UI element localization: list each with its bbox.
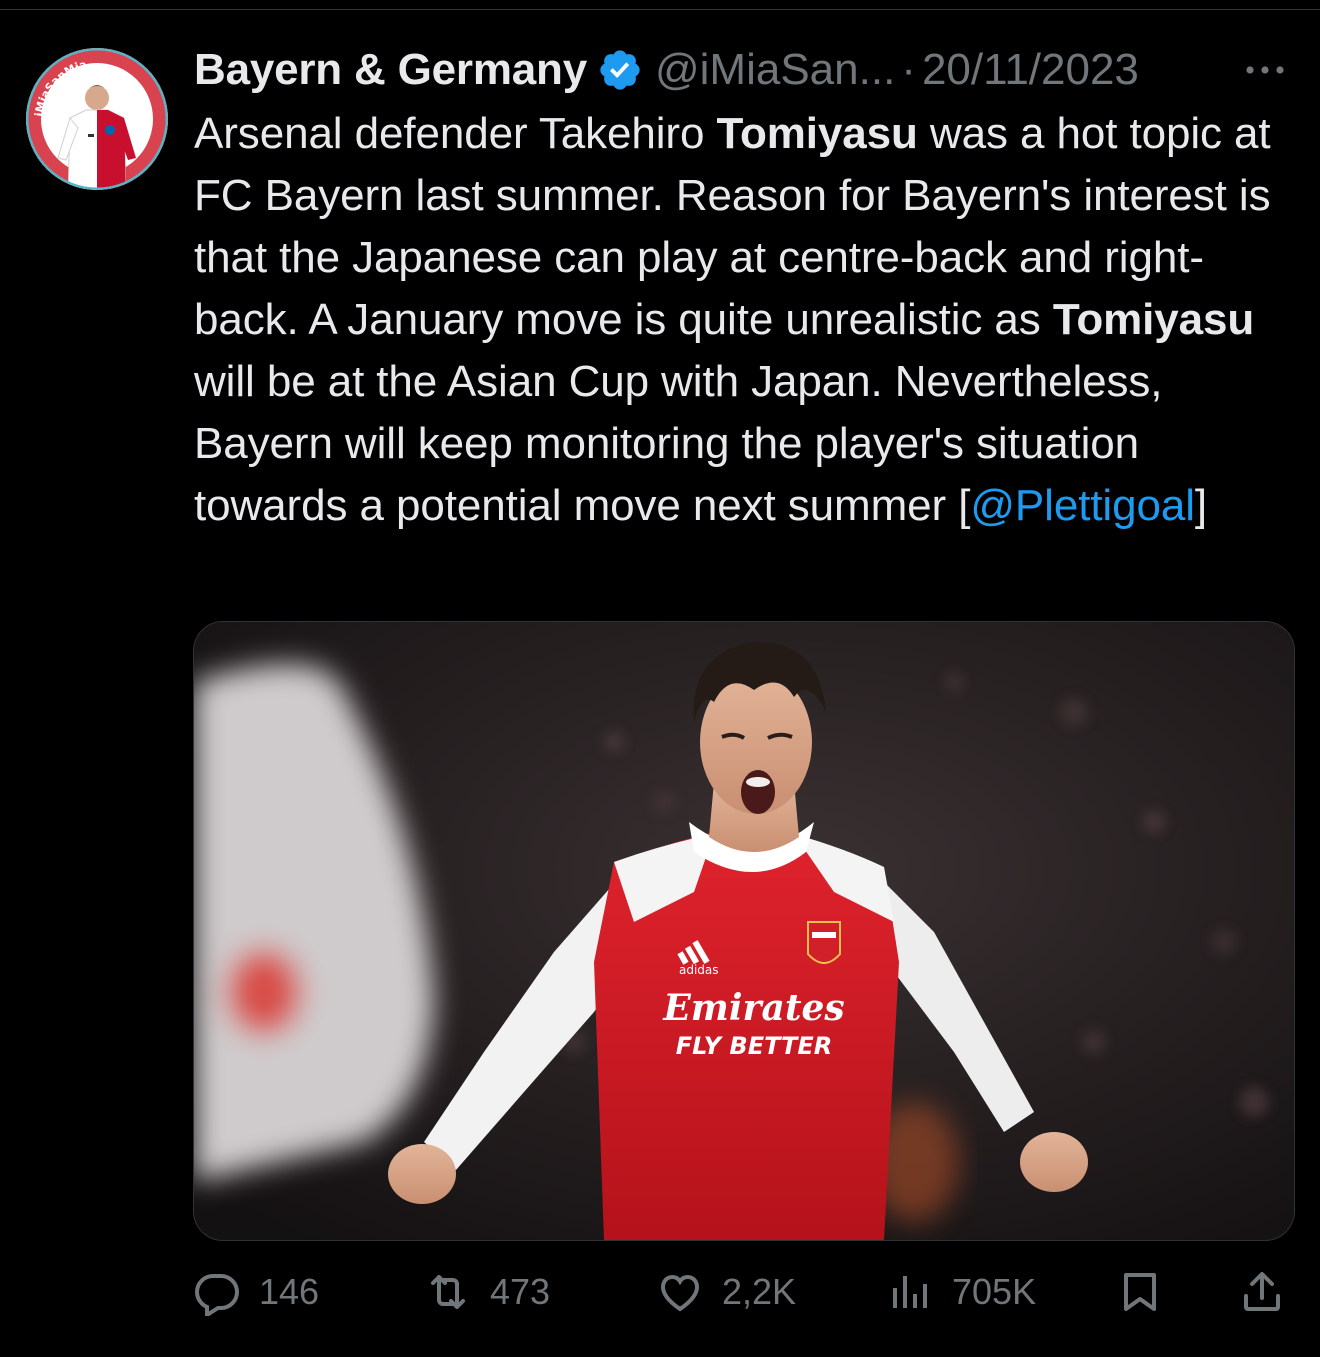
like-count: 2,2K (722, 1271, 797, 1312)
tweet-actions-bar: 146 473 2,2K 705K (0, 1262, 1320, 1322)
shirt-tagline: FLY BETTER (676, 1032, 833, 1060)
author-display-name[interactable]: Bayern & Germany (194, 40, 587, 100)
share-button[interactable] (1238, 1262, 1286, 1322)
reply-button[interactable]: 146 (193, 1262, 319, 1322)
tweet-header: Bayern & Germany @iMiaSan... · 20/11/202… (194, 40, 1294, 100)
repost-icon (424, 1268, 472, 1316)
views-button[interactable]: 705K (886, 1262, 1036, 1322)
bookmark-icon (1116, 1268, 1164, 1316)
tweet-card[interactable]: iMiaSanMia Bayern & Germany @iMiaSan... … (0, 0, 1320, 1357)
bookmark-button[interactable] (1116, 1262, 1164, 1322)
like-button[interactable]: 2,2K (656, 1262, 796, 1322)
views-count: 705K (952, 1271, 1037, 1312)
mention-link[interactable]: @Plettigoal (970, 481, 1195, 530)
avatar-image: iMiaSanMia (26, 48, 168, 190)
reply-icon (193, 1268, 241, 1316)
author-handle[interactable]: @iMiaSan... (655, 40, 895, 100)
tweet-text: Arsenal defender Takehiro Tomiyasu was a… (194, 103, 1284, 537)
tweet-date[interactable]: 20/11/2023 (922, 40, 1139, 100)
heart-icon (656, 1268, 704, 1316)
verified-badge-icon[interactable] (597, 47, 643, 93)
tweet-text-segment: Arsenal defender Takehiro (194, 109, 717, 158)
shirt-sponsor: Emirates (662, 987, 844, 1029)
tweet-text-bold: Tomiyasu (716, 109, 918, 158)
header-separator: · (901, 45, 916, 94)
tweet-media-image[interactable]: adidas Emirates FLY BETTER (193, 621, 1295, 1241)
views-chart-icon (886, 1268, 934, 1316)
tweet-text-segment: ] (1194, 481, 1208, 530)
share-icon (1238, 1268, 1286, 1316)
shirt-brand: adidas (679, 963, 719, 977)
tweet-text-bold: Tomiyasu (1052, 295, 1255, 344)
more-horizontal-icon[interactable] (1240, 55, 1290, 85)
repost-count: 473 (490, 1271, 551, 1312)
avatar[interactable]: iMiaSanMia (26, 48, 168, 190)
reply-count: 146 (259, 1271, 320, 1312)
repost-button[interactable]: 473 (424, 1262, 550, 1322)
